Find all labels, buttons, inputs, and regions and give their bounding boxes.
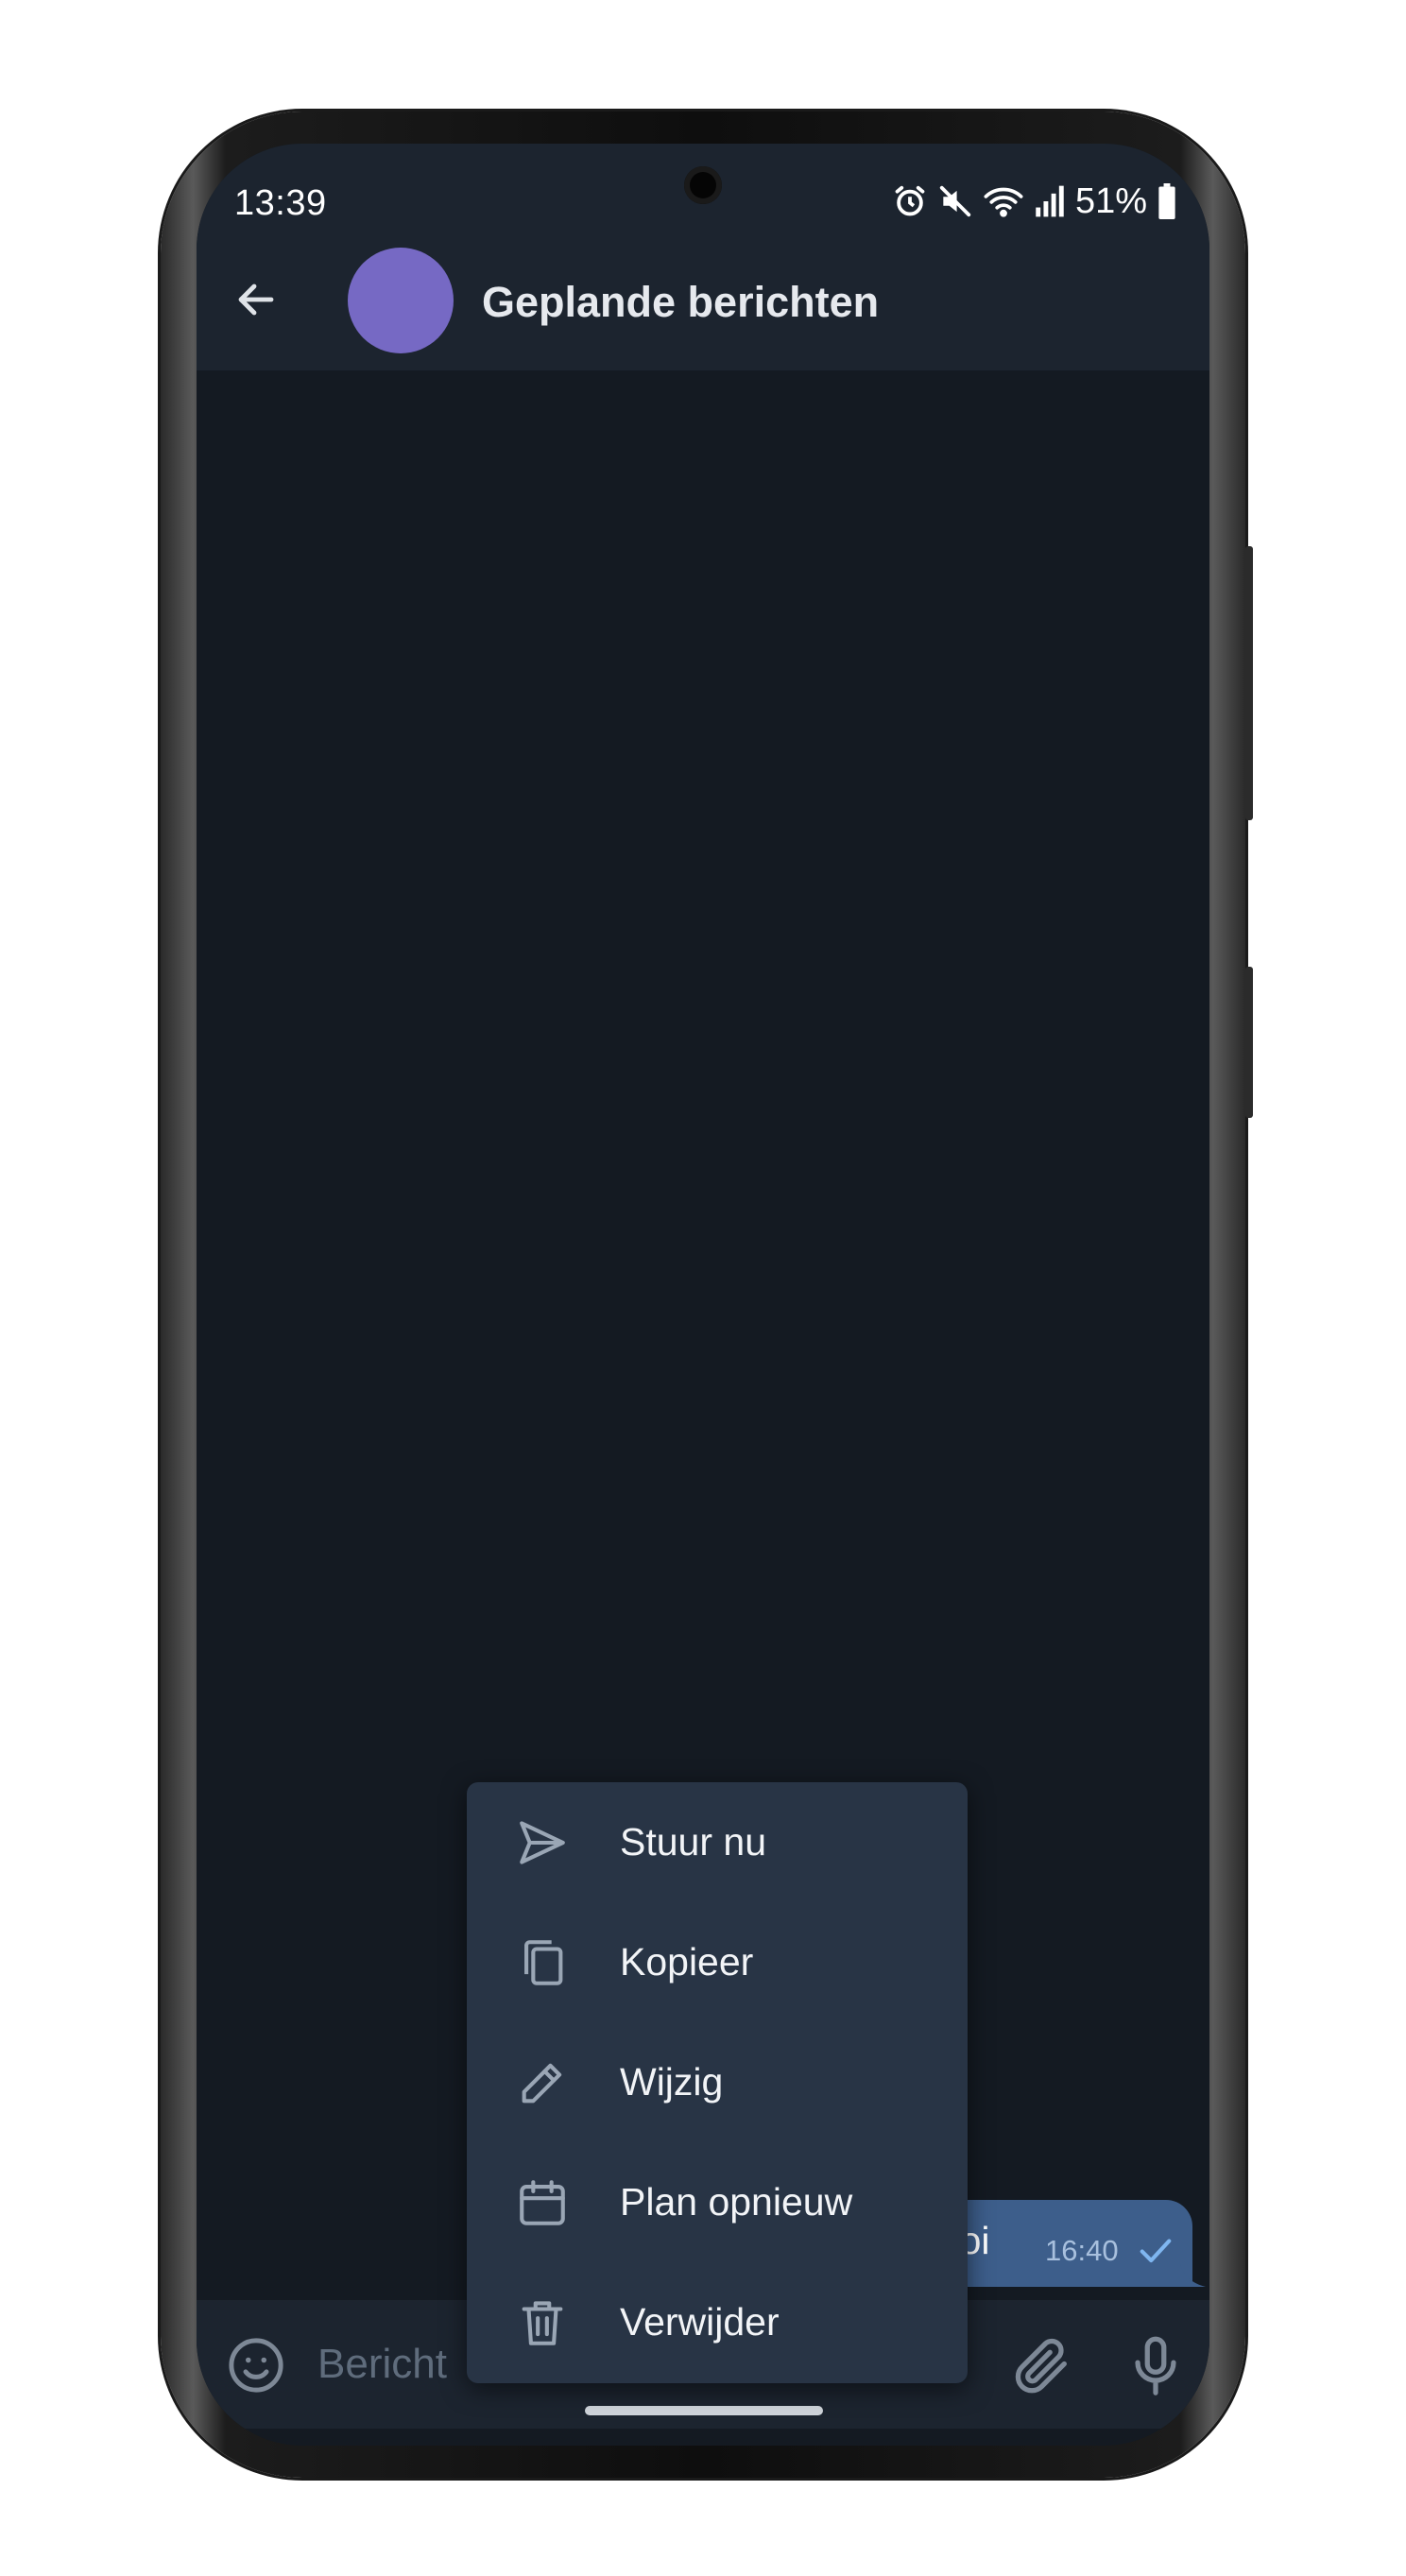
menu-item-reschedule[interactable]: Plan opnieuw [467, 2142, 968, 2262]
navigation-handle[interactable] [585, 2406, 823, 2415]
menu-label: Stuur nu [620, 1820, 766, 1863]
arrow-left-icon [238, 283, 274, 316]
menu-label: Verwijder [620, 2300, 780, 2344]
avatar[interactable] [348, 248, 454, 353]
alarm-icon [892, 183, 928, 219]
phone-frame: 13:39 51% Geplande berichten 16:40 Beric… [161, 112, 1253, 2478]
screen: 13:39 51% Geplande berichten 16:40 Beric… [197, 144, 1209, 2446]
calendar-icon [514, 2174, 571, 2231]
status-time: 13:39 [234, 183, 327, 223]
volume-button [1245, 546, 1253, 820]
battery-icon [1157, 183, 1177, 219]
menu-label: Wijzig [620, 2060, 724, 2104]
message-time: 16:40 [1045, 2234, 1119, 2267]
signal-icon [1034, 184, 1066, 218]
menu-label: Plan opnieuw [620, 2180, 853, 2224]
microphone-icon[interactable] [1123, 2332, 1189, 2398]
copy-icon [514, 1934, 571, 1991]
power-button [1245, 967, 1253, 1118]
bubble-tail [1179, 2260, 1206, 2287]
paperclip-icon[interactable] [1009, 2332, 1075, 2398]
emoji-icon[interactable] [225, 2334, 287, 2396]
mute-icon [937, 183, 973, 219]
page-title[interactable]: Geplande berichten [482, 278, 879, 327]
trash-icon [514, 2294, 571, 2351]
menu-label: Kopieer [620, 1940, 754, 1984]
menu-item-edit[interactable]: Wijzig [467, 2022, 968, 2142]
check-icon [1140, 2239, 1172, 2263]
front-camera [684, 166, 722, 204]
battery-percent: 51% [1074, 180, 1147, 221]
status-icons: 51% [892, 178, 1177, 225]
pencil-icon [514, 2054, 571, 2111]
menu-item-delete[interactable]: Verwijder [467, 2262, 968, 2382]
back-button[interactable] [225, 268, 287, 331]
context-menu: Stuur nu Kopieer Wijzig Plan opnieuw Ver… [467, 1782, 968, 2383]
wifi-icon [983, 183, 1024, 219]
menu-item-send-now[interactable]: Stuur nu [467, 1782, 968, 1902]
status-bar: 13:39 51% [197, 144, 1209, 229]
send-icon [514, 1814, 571, 1871]
app-bar: Geplande berichten [197, 229, 1209, 370]
menu-item-copy[interactable]: Kopieer [467, 1902, 968, 2022]
